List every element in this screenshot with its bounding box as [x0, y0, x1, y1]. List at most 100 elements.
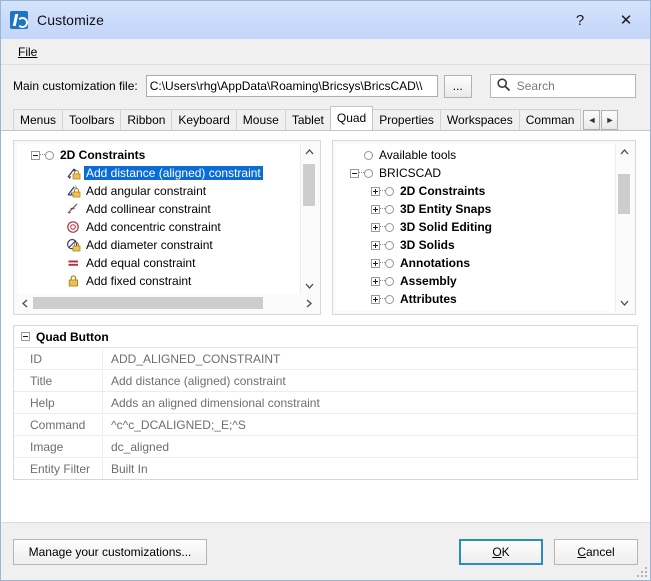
menu-item-file[interactable]: File	[13, 43, 42, 61]
radio-circle-icon[interactable]	[385, 258, 394, 268]
tab-tablet[interactable]: Tablet	[284, 109, 331, 130]
quad-tree-vtrack[interactable]	[301, 160, 317, 278]
radio-circle-icon[interactable]	[385, 240, 394, 250]
tab-commands[interactable]: Comman	[518, 109, 582, 130]
tab-mouse[interactable]: Mouse	[235, 109, 286, 130]
tree-item[interactable]: Attributes	[336, 290, 615, 308]
tab-ribbon[interactable]: Ribbon	[120, 109, 173, 130]
property-row[interactable]: Command ^c^c_DCALIGNED;_E;^S	[14, 414, 637, 436]
tab-scroll-controls: ◄ ►	[582, 110, 619, 130]
available-tools-vthumb[interactable]	[618, 174, 630, 214]
tree-item[interactable]: Assembly	[336, 272, 615, 290]
property-value[interactable]: ADD_ALIGNED_CONSTRAINT	[103, 349, 637, 369]
quad-tree[interactable]: 2D Constraints Add distance (aligned) con…	[17, 144, 300, 294]
tree-item[interactable]: Available tools	[336, 146, 615, 164]
property-row[interactable]: Image dc_aligned	[14, 436, 637, 458]
tab-scroll-right-icon[interactable]: ►	[601, 110, 619, 130]
scroll-right-icon[interactable]	[301, 295, 317, 311]
quad-tree-hscrollbar[interactable]	[17, 295, 317, 311]
radio-circle-icon[interactable]	[385, 276, 394, 286]
quad-tree-vscrollbar[interactable]	[300, 144, 317, 294]
radio-circle-icon[interactable]	[364, 150, 373, 160]
radio-circle-icon[interactable]	[364, 168, 373, 178]
tab-workspaces[interactable]: Workspaces	[439, 109, 520, 130]
expand-node-icon[interactable]	[371, 204, 380, 214]
quad-tree-hthumb[interactable]	[33, 297, 264, 309]
tree-item[interactable]: Add collinear constraint	[17, 200, 300, 218]
tree-item[interactable]: 3D Solid Editing	[336, 218, 615, 236]
property-row[interactable]: Title Add distance (aligned) constraint	[14, 370, 637, 392]
quad-tree-vthumb[interactable]	[303, 164, 315, 206]
property-value[interactable]: Built In	[103, 459, 637, 479]
tree-item[interactable]: BIM	[336, 308, 615, 311]
expand-node-icon[interactable]	[371, 294, 380, 304]
scroll-down-icon[interactable]	[301, 278, 317, 294]
tab-keyboard[interactable]: Keyboard	[171, 109, 237, 130]
expand-node-icon[interactable]	[371, 186, 380, 196]
scroll-left-icon[interactable]	[17, 295, 33, 311]
available-tools-vscrollbar[interactable]	[615, 144, 632, 311]
tab-menus[interactable]: Menus	[13, 109, 64, 130]
help-button[interactable]: ?	[558, 1, 602, 39]
tree-item[interactable]: 3D Entity Snaps	[336, 200, 615, 218]
browse-button[interactable]: ...	[443, 74, 472, 98]
radio-circle-icon[interactable]	[385, 186, 394, 196]
scroll-down-icon[interactable]	[616, 295, 632, 311]
quad-tree-htrack[interactable]	[33, 296, 301, 310]
dc-aligned-icon	[66, 166, 81, 180]
resize-grip[interactable]	[636, 566, 647, 577]
radio-circle-icon[interactable]	[385, 204, 394, 214]
expand-node-icon[interactable]	[371, 240, 380, 250]
radio-circle-icon[interactable]	[45, 150, 54, 160]
collapse-group-icon[interactable]	[21, 332, 30, 341]
search-input[interactable]: Search	[489, 74, 636, 98]
tab-properties[interactable]: Properties	[372, 109, 441, 130]
scroll-up-icon[interactable]	[301, 144, 317, 160]
property-value[interactable]: ^c^c_DCALIGNED;_E;^S	[103, 415, 637, 435]
available-tools-vtrack[interactable]	[616, 160, 632, 295]
tab-toolbars[interactable]: Toolbars	[62, 109, 122, 130]
main-customization-file-label: Main customization file:	[13, 79, 138, 93]
tree-item-label: Add angular constraint	[86, 184, 207, 198]
cancel-button[interactable]: Cancel	[554, 538, 638, 565]
property-value[interactable]: Adds an aligned dimensional constraint	[103, 393, 637, 413]
property-name: ID	[21, 348, 103, 369]
tab-quad[interactable]: Quad	[329, 106, 374, 130]
property-value[interactable]: dc_aligned	[103, 437, 637, 457]
property-row[interactable]: Entity Filter Built In	[14, 458, 637, 479]
quad-button-properties-header: Quad Button	[14, 326, 637, 348]
menu-item-file-label: File	[18, 44, 38, 59]
property-value[interactable]: Add distance (aligned) constraint	[103, 371, 637, 391]
property-row[interactable]: Help Adds an aligned dimensional constrai…	[14, 392, 637, 414]
close-button[interactable]: ✕	[602, 1, 650, 39]
radio-circle-icon[interactable]	[385, 222, 394, 232]
collapse-node-icon[interactable]	[31, 150, 40, 160]
scroll-up-icon[interactable]	[616, 144, 632, 160]
ok-button[interactable]: OK	[459, 538, 543, 565]
tree-item[interactable]: Add diameter constraint	[17, 236, 300, 254]
tree-item[interactable]: Annotations	[336, 254, 615, 272]
tree-item[interactable]: 2D Constraints	[336, 182, 615, 200]
tree-item[interactable]: Add horizontal constraint	[17, 290, 300, 294]
tree-item[interactable]: Add concentric constraint	[17, 218, 300, 236]
radio-circle-icon[interactable]	[385, 294, 394, 304]
bricscad-logo-icon	[10, 11, 28, 29]
quad-button-properties-title: Quad Button	[36, 329, 109, 344]
tree-item[interactable]: Add equal constraint	[17, 254, 300, 272]
expand-node-icon[interactable]	[371, 258, 380, 268]
tree-item[interactable]: Add fixed constraint	[17, 272, 300, 290]
available-tools-tree[interactable]: Available tools BRICSCAD 2D Constraints 3D …	[336, 144, 615, 311]
property-name: Command	[21, 414, 103, 435]
tree-item[interactable]: 2D Constraints	[17, 146, 300, 164]
collapse-node-icon[interactable]	[350, 168, 359, 178]
tab-scroll-left-icon[interactable]: ◄	[583, 110, 601, 130]
expand-node-icon[interactable]	[371, 276, 380, 286]
tree-item[interactable]: BRICSCAD	[336, 164, 615, 182]
property-row[interactable]: ID ADD_ALIGNED_CONSTRAINT	[14, 348, 637, 370]
manage-customizations-button[interactable]: Manage your customizations...	[13, 538, 207, 565]
tree-item[interactable]: A Add angular constraint	[17, 182, 300, 200]
expand-node-icon[interactable]	[371, 222, 380, 232]
tree-item[interactable]: 3D Solids	[336, 236, 615, 254]
tree-item[interactable]: Add distance (aligned) constraint	[17, 164, 300, 182]
main-customization-file-input[interactable]: C:\Users\rhg\AppData\Roaming\Bricsys\Bri…	[145, 75, 438, 97]
